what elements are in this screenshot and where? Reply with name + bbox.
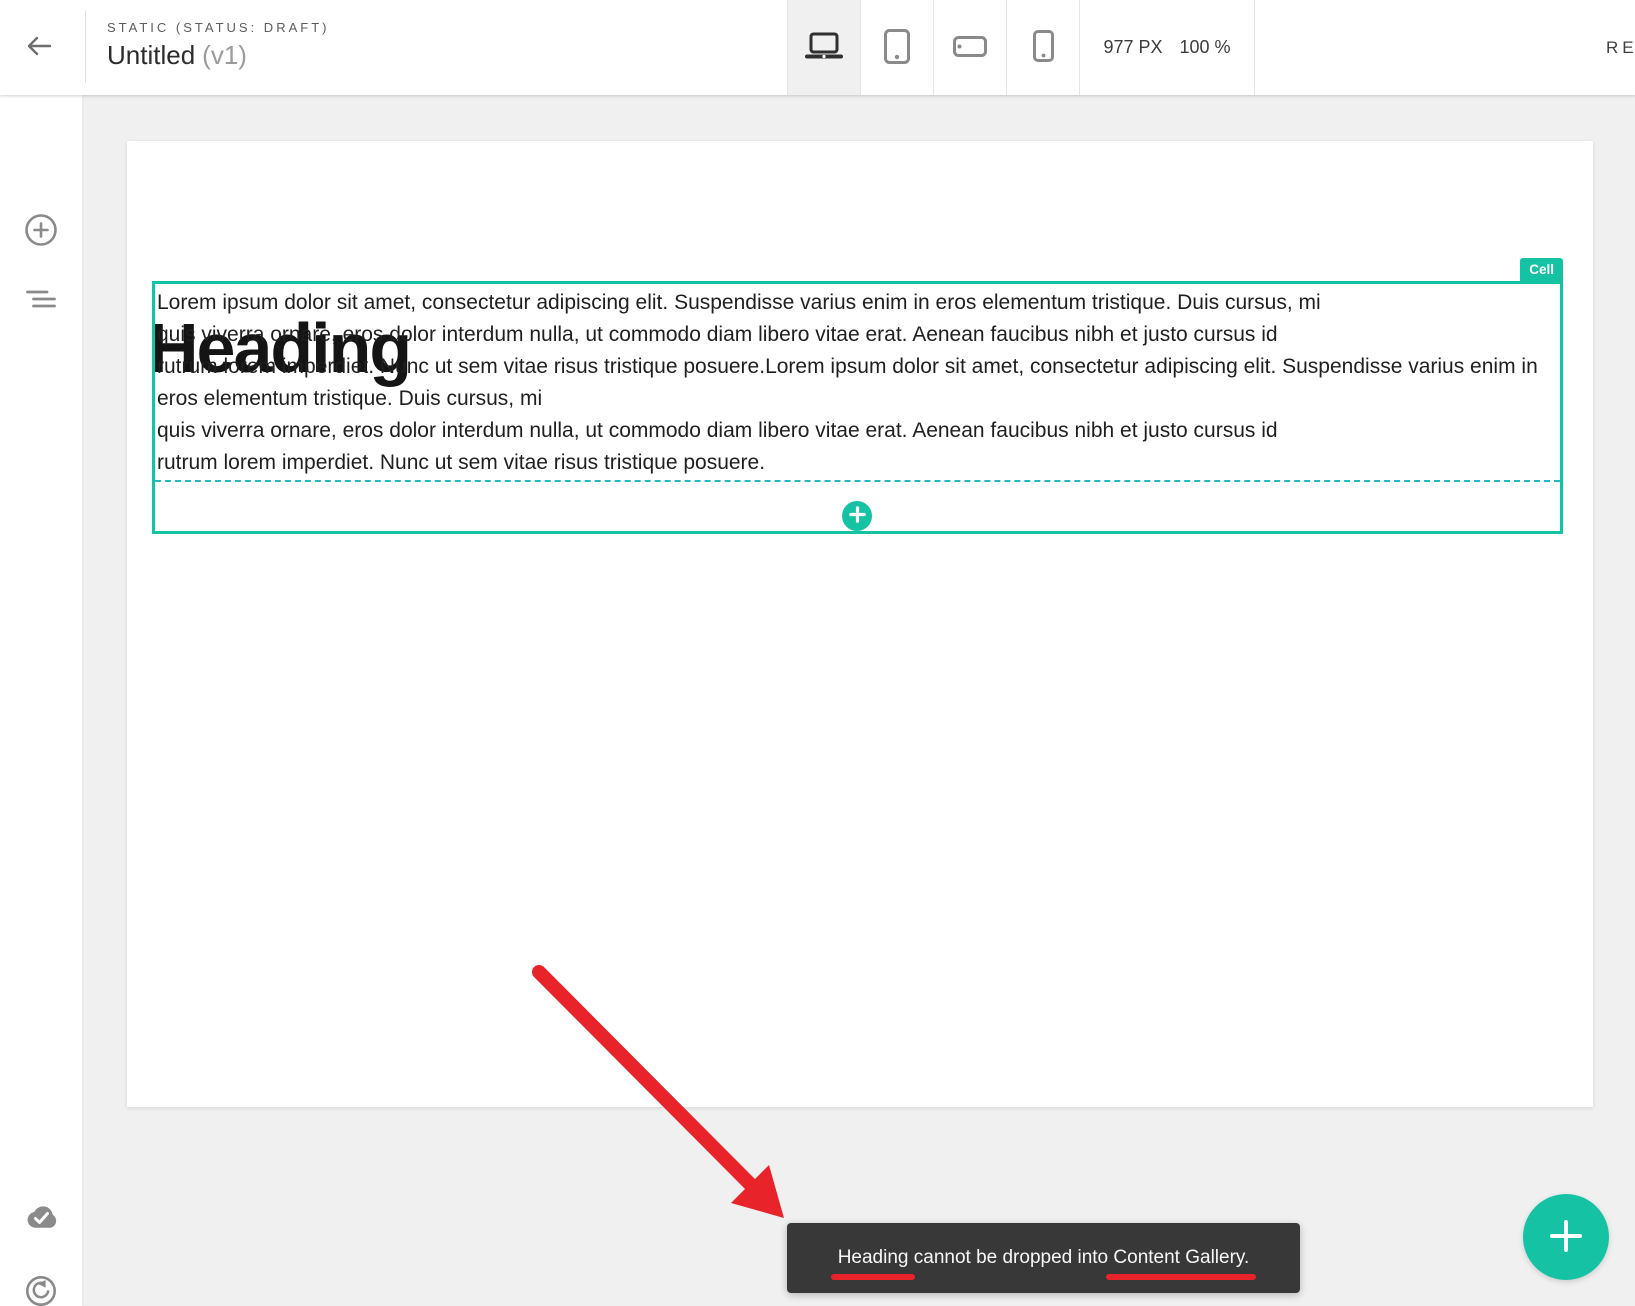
toast-middle: cannot be dropped into [908, 1247, 1113, 1268]
drop-target-dashed-line [155, 480, 1560, 482]
zoom-level-value: 100 % [1180, 37, 1231, 58]
top-toolbar: STATIC (STATUS: DRAFT) Untitled(v1) [0, 0, 1635, 95]
add-circle-icon [24, 213, 58, 250]
outline-view-button[interactable] [24, 283, 58, 317]
page-canvas: Heading Cell Lorem ipsum dolor sit amet,… [127, 141, 1593, 1107]
cell-selection-badge: Cell [1520, 258, 1563, 281]
phone-landscape-icon [953, 36, 987, 60]
toast-target: Content Gallery. [1113, 1247, 1249, 1268]
error-toast: Heading cannot be dropped into Content G… [787, 1223, 1300, 1293]
tablet-portrait-icon [884, 29, 910, 67]
toolbar-divider [85, 11, 86, 83]
document-title-block: STATIC (STATUS: DRAFT) Untitled(v1) [107, 20, 329, 71]
outline-list-icon [26, 289, 56, 312]
add-component-fab[interactable] [1523, 1194, 1609, 1280]
undo-button[interactable] [24, 1275, 58, 1306]
error-toast-message: Heading cannot be dropped into Content G… [838, 1247, 1250, 1269]
document-version: (v1) [202, 40, 247, 70]
phone-portrait-icon [1033, 30, 1054, 65]
document-title: Untitled(v1) [107, 40, 329, 71]
device-tablet-button[interactable] [860, 0, 933, 95]
sync-status-button[interactable] [24, 1201, 58, 1235]
red-underline-annotation [831, 1274, 916, 1280]
cell-add-component-button[interactable] [842, 501, 872, 531]
device-mobile-landscape-button[interactable] [933, 0, 1006, 95]
back-button[interactable] [14, 0, 64, 95]
plus-icon [849, 506, 866, 526]
editor-sidebar [0, 95, 82, 1306]
red-underline-annotation [1106, 1274, 1256, 1280]
document-title-text: Untitled [107, 40, 195, 70]
device-preview-switcher [787, 0, 1079, 95]
device-desktop-button[interactable] [787, 0, 860, 95]
viewport-width-value: 977 PX [1103, 37, 1162, 58]
toast-subject: Heading [838, 1247, 909, 1268]
cloud-check-icon [22, 1204, 60, 1233]
undo-icon [24, 1274, 58, 1306]
device-mobile-button[interactable] [1006, 0, 1079, 95]
cell-paragraphs: Lorem ipsum dolor sit amet, consectetur … [157, 287, 1558, 479]
add-component-button[interactable] [24, 214, 58, 248]
plus-icon [1549, 1219, 1583, 1256]
viewport-zoom-readout: 977 PX 100 % [1079, 0, 1255, 95]
review-button[interactable]: REV [1606, 0, 1635, 95]
laptop-icon [804, 32, 844, 63]
arrow-left-icon [26, 35, 52, 60]
selected-cell-component[interactable]: Cell Lorem ipsum dolor sit amet, consect… [152, 281, 1563, 534]
document-status-label: STATIC (STATUS: DRAFT) [107, 20, 329, 35]
